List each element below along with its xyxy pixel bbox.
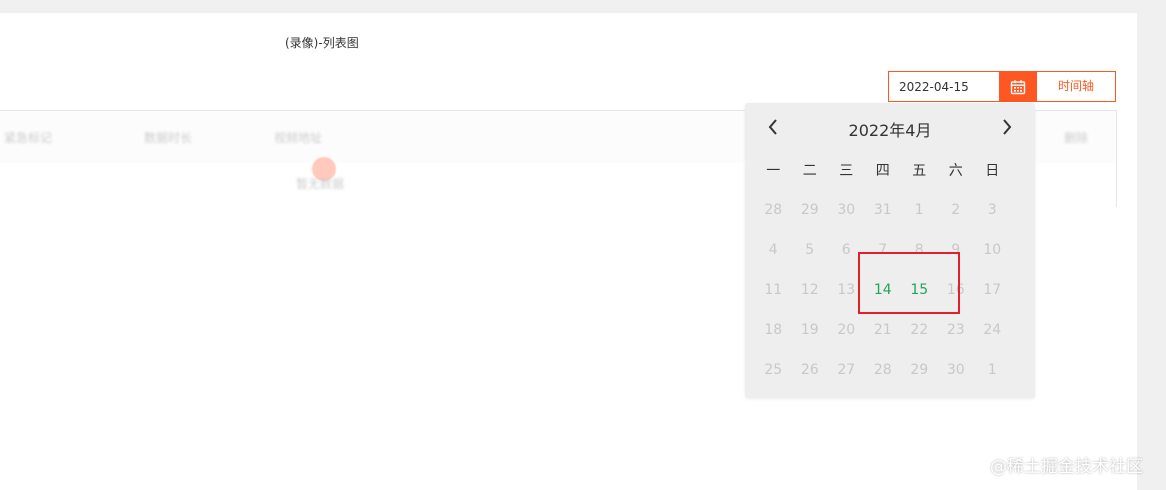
date-input[interactable] [889,72,999,101]
empty-state-text: 暂无数据 [296,177,345,191]
calendar-day-disabled: 26 [800,362,819,378]
calendar-weekdays: 一 二 三 四 五 六 日 [755,160,1011,180]
column-header-urgent: 紧急标记 [4,131,53,145]
calendar-day-disabled: 18 [764,322,783,338]
calendar-day-disabled: 27 [837,362,856,378]
column-header-video-url: 视频地址 [274,131,323,145]
calendar-day-disabled: 5 [805,242,815,258]
calendar-day-disabled: 4 [768,242,778,258]
calendar-day-disabled: 21 [873,322,892,338]
calendar-button[interactable] [999,72,1036,101]
weekday-label: 五 [912,163,927,179]
date-picker-group: 时间轴 [888,71,1116,102]
calendar-day-disabled: 11 [764,282,783,298]
calendar-day-disabled: 20 [837,322,856,338]
calendar-day-disabled: 3 [987,202,997,218]
calendar-month-title: 2022年4月 [848,121,932,140]
calendar-day-disabled: 29 [910,362,929,378]
weekday-label: 三 [839,163,854,179]
calendar-day-disabled: 31 [873,202,892,218]
chevron-right-icon [1003,119,1012,135]
calendar-day-disabled: 28 [764,202,783,218]
calendar-day-disabled: 28 [873,362,892,378]
calendar-day-disabled: 2 [951,202,961,218]
calendar-day-disabled: 1 [914,202,924,218]
calendar-day-disabled: 17 [983,282,1002,298]
calendar-day-disabled: 30 [946,362,965,378]
calendar-day-disabled: 19 [800,322,819,338]
watermark: @稀土掘金技术社区 [990,457,1143,477]
weekday-label: 二 [802,163,817,179]
calendar-day-disabled: 25 [764,362,783,378]
page-title: (录像)-列表图 [285,36,359,50]
calendar-week-row: 25 26 27 28 29 30 1 [755,360,1011,380]
calendar-day-disabled: 29 [800,202,819,218]
calendar-day-disabled: 22 [910,322,929,338]
calendar-day-disabled: 30 [837,202,856,218]
weekday-label: 四 [875,163,890,179]
calendar-popup: 2022年4月 一 二 三 四 五 六 日 28 29 30 31 1 2 3 4 5 6 7 8 9 1… [745,103,1035,398]
calendar-day-disabled: 10 [983,242,1002,258]
calendar-day-disabled: 12 [800,282,819,298]
weekday-label: 六 [948,163,963,179]
next-month-button[interactable] [995,113,1019,141]
calendar-day-disabled: 1 [987,362,997,378]
highlight-annotation-box [858,252,960,314]
calendar-day-disabled: 24 [983,322,1002,338]
column-header-delete: 删除 [1064,131,1089,145]
weekday-label: 一 [766,163,781,179]
calendar-week-row: 18 19 20 21 22 23 24 [755,320,1011,340]
calendar-day-disabled: 23 [946,322,965,338]
column-header-duration: 数据时长 [144,131,193,145]
timeline-button[interactable]: 时间轴 [1036,72,1115,101]
weekday-label: 日 [985,163,1000,179]
calendar-icon [1010,79,1025,94]
calendar-week-row: 28 29 30 31 1 2 3 [755,200,1011,220]
